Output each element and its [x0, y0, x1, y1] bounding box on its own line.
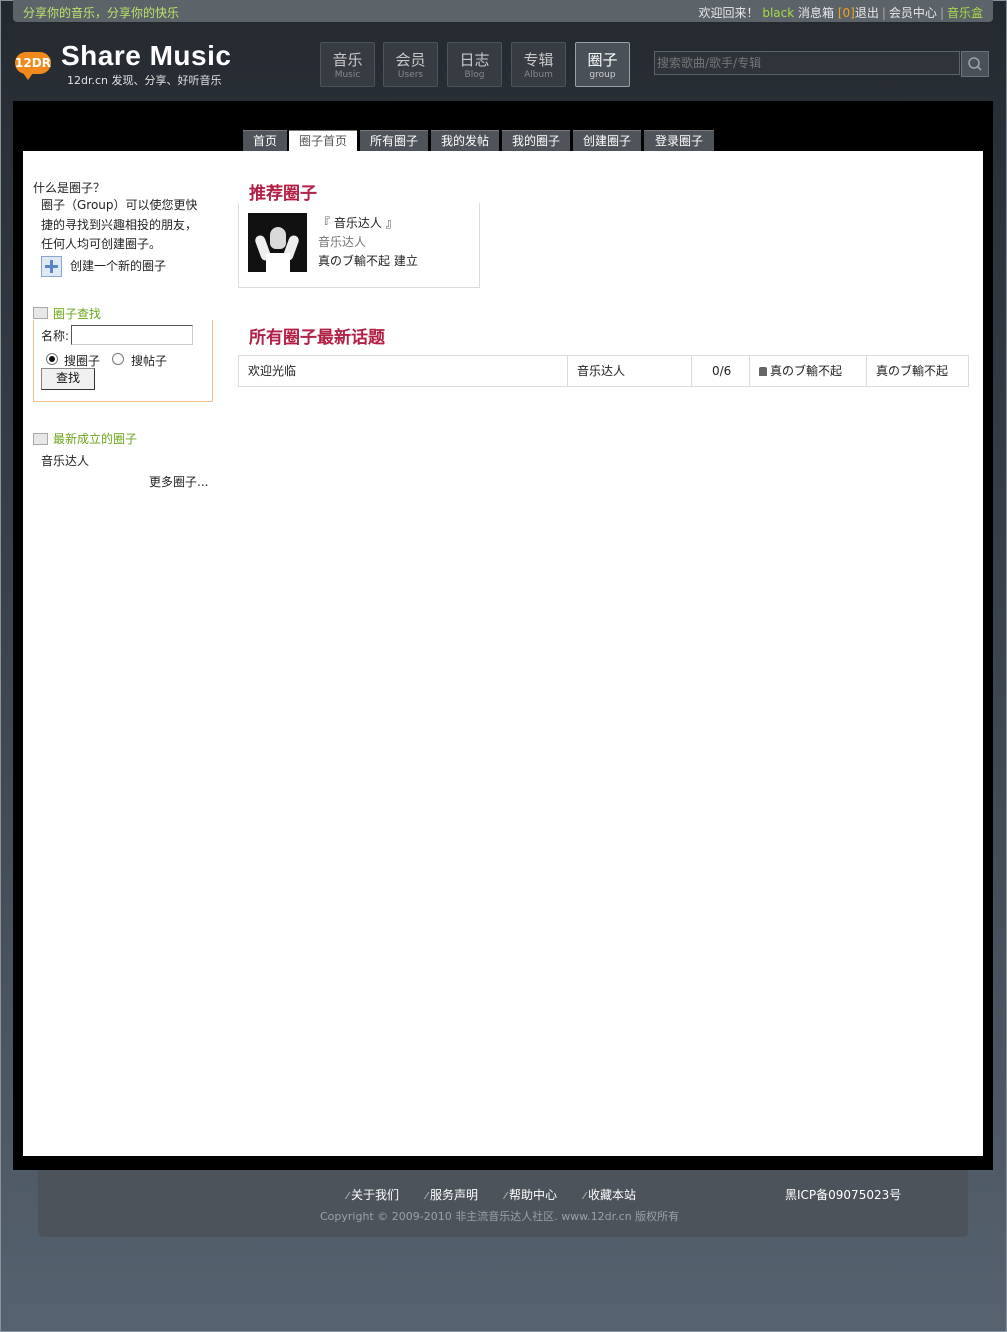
- list-icon: [33, 433, 48, 445]
- folder-icon: [33, 307, 48, 319]
- user-icon: [759, 367, 767, 376]
- footer-about-link[interactable]: 关于我们: [347, 1186, 399, 1203]
- topic-group[interactable]: 音乐达人: [568, 356, 692, 386]
- nav-music-label: 音乐: [332, 51, 363, 69]
- music-box-link[interactable]: 音乐盒: [947, 6, 983, 20]
- nav-users[interactable]: 会员 Users: [383, 42, 438, 87]
- inbox-count: [0]: [837, 6, 855, 20]
- topic-last-reply[interactable]: 真のブ輸不起: [867, 356, 968, 386]
- tab-all-groups[interactable]: 所有圈子: [360, 130, 428, 151]
- search-icon: [968, 57, 982, 71]
- recommended-group-name[interactable]: 『 音乐达人 』: [318, 214, 398, 231]
- slogan: 分享你的音乐，分享你的快乐: [23, 6, 180, 20]
- recommended-group-category: 音乐达人: [318, 235, 367, 249]
- footer: [38, 1170, 968, 1237]
- inbox-link[interactable]: 消息箱: [798, 6, 834, 20]
- topic-author-cell: 真のブ輸不起: [750, 356, 867, 386]
- more-groups-link[interactable]: 更多圈子...: [149, 473, 208, 490]
- nav-album[interactable]: 专辑 Album: [511, 42, 566, 87]
- footer-bookmark-link[interactable]: 收藏本站: [584, 1186, 636, 1203]
- nav-group-sublabel: group: [589, 70, 616, 80]
- tab-create-group[interactable]: 创建圈子: [573, 130, 641, 151]
- search-button[interactable]: [961, 51, 989, 77]
- create-group-link[interactable]: 创建一个新的圈子: [70, 257, 166, 274]
- nav-users-sublabel: Users: [397, 70, 424, 80]
- recommended-group-creator: 真のブ輸不起 建立: [318, 254, 418, 268]
- logout-link[interactable]: 退出: [855, 6, 879, 20]
- tab-home[interactable]: 首页: [243, 130, 287, 151]
- search-groups-radio[interactable]: [46, 353, 58, 365]
- user-bar: 欢迎回来！ black 消息箱 [0]退出 | 会员中心 | 音乐盒: [698, 6, 983, 20]
- nav-group-label: 圈子: [587, 51, 618, 69]
- newest-groups-title: 最新成立的圈子: [53, 432, 138, 446]
- member-center-link[interactable]: 会员中心: [889, 6, 937, 20]
- logo-subtitle: 12dr.cn 发现、分享、好听音乐: [67, 74, 222, 87]
- content-area: [23, 151, 983, 1156]
- footer-help-link[interactable]: 帮助中心: [505, 1186, 557, 1203]
- nav-group[interactable]: 圈子 group: [575, 42, 630, 87]
- top-strip: 分享你的音乐，分享你的快乐 欢迎回来！ black 消息箱 [0]退出 | 会员中心…: [13, 0, 993, 22]
- copyright: Copyright © 2009-2010 非主流音乐达人社区. www.12d…: [320, 1210, 680, 1223]
- table-row: 欢迎光临 音乐达人 0/6 真のブ輸不起 真のブ輸不起: [238, 355, 969, 387]
- tab-my-groups[interactable]: 我的圈子: [502, 130, 570, 151]
- group-avatar[interactable]: [248, 213, 307, 272]
- search-groups-label: 搜圈子: [64, 354, 101, 368]
- search-posts-radio[interactable]: [112, 353, 124, 365]
- nav-album-sublabel: Album: [524, 70, 553, 80]
- nav-album-label: 专辑: [523, 51, 554, 69]
- what-is-group-title: 什么是圈子？: [33, 181, 106, 195]
- username-link[interactable]: black: [762, 6, 794, 20]
- newest-group-item[interactable]: 音乐达人: [41, 452, 89, 469]
- footer-terms-link[interactable]: 服务声明: [426, 1186, 478, 1203]
- tab-my-posts[interactable]: 我的发帖: [431, 130, 499, 151]
- nav-blog[interactable]: 日志 Blog: [447, 42, 502, 87]
- plus-icon[interactable]: [41, 256, 62, 277]
- tab-group-home[interactable]: 圈子首页: [289, 130, 357, 151]
- search-input[interactable]: [654, 51, 960, 75]
- latest-topics-title: 所有圈子最新话题: [249, 328, 385, 348]
- search-posts-label: 搜帖子: [131, 354, 168, 368]
- find-button[interactable]: 查找: [41, 368, 95, 390]
- tab-login-group[interactable]: 登录圈子: [644, 130, 714, 151]
- topic-subject[interactable]: 欢迎光临: [239, 356, 568, 386]
- name-label: 名称:: [41, 329, 70, 343]
- logo-badge[interactable]: 12DR: [15, 52, 51, 80]
- nav-blog-sublabel: Blog: [464, 70, 485, 80]
- nav-music-sublabel: Music: [334, 70, 361, 80]
- welcome-text: 欢迎回来！: [698, 6, 759, 20]
- nav-music[interactable]: 音乐 Music: [320, 42, 375, 87]
- icp-number[interactable]: 黑ICP备09075023号: [785, 1186, 901, 1203]
- what-is-group-desc: 圈子（Group）可以使您更快捷的寻找到兴趣相投的朋友，任何人均可创建圈子。: [41, 198, 198, 251]
- topic-author[interactable]: 真のブ輸不起: [770, 364, 842, 378]
- group-name-input[interactable]: [71, 325, 193, 345]
- nav-users-label: 会员: [395, 51, 426, 69]
- logo-title[interactable]: Share Music: [61, 40, 231, 72]
- topic-reply-view-count: 0/6: [692, 356, 750, 386]
- recommended-title: 推荐圈子: [249, 184, 317, 204]
- nav-blog-label: 日志: [459, 51, 490, 69]
